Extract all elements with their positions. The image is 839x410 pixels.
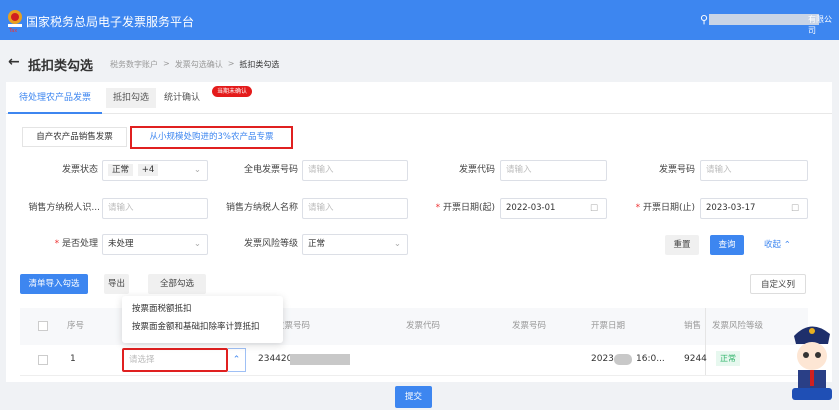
date-cell-suffix: 16:0... [636, 354, 665, 364]
invoice-no-label: 发票号码 [658, 165, 695, 175]
select-all-checkbox[interactable] [38, 321, 48, 331]
col-invoice-code: 发票代码 [406, 321, 441, 331]
full-elec-no-label: 全电发票号码 [243, 165, 298, 175]
tab-deduction-select[interactable]: 抵扣勾选 [106, 88, 156, 108]
company-name-redacted [709, 14, 819, 25]
breadcrumb-sep: > [227, 59, 235, 68]
invoice-status-label: 发票状态 [61, 165, 98, 175]
col-issue-date: 开票日期 [591, 321, 626, 331]
invoice-no-input[interactable]: 请输入 [700, 160, 808, 181]
breadcrumb-sep: > [163, 59, 170, 68]
col-seller: 销售 [684, 321, 702, 331]
subtab-self-produced[interactable]: 自产农产品销售发票 [22, 127, 127, 147]
risk-tag: 正常 [716, 351, 740, 366]
chevron-down-icon: ⌄ [193, 239, 201, 249]
date-start-input[interactable]: 2022-03-01 □ [500, 198, 607, 219]
tab-stat-confirm[interactable]: 统计确认 [164, 89, 200, 107]
top-header: Tax 国家税务总局电子发票服务平台 ⚲ 有限公司 [0, 0, 839, 40]
chevron-up-icon[interactable]: ⌃ [228, 348, 246, 372]
seller-id-input[interactable]: 请输入 [102, 198, 208, 219]
full-elec-no-input[interactable]: 请输入 [302, 160, 408, 181]
user-icon[interactable]: ⚲ [700, 13, 708, 26]
tabs-divider [6, 113, 832, 114]
date-start-label: * 开票日期(起) [435, 203, 495, 213]
processed-label-text: 是否处理 [61, 239, 98, 249]
submit-button[interactable]: 提交 [395, 386, 432, 408]
invoice-code-input[interactable]: 请输入 [500, 160, 607, 181]
col-invoice-number: 发票号码 [512, 321, 547, 331]
status-more-tag: +4 [137, 164, 159, 176]
seller-name-input[interactable]: 请输入 [302, 198, 408, 219]
select-all-button[interactable]: 全部勾选 [148, 274, 206, 294]
status-tag: 正常 [108, 164, 134, 176]
import-select-button[interactable]: 清单导入勾选 [20, 274, 88, 294]
export-button[interactable]: 导出 [104, 274, 129, 294]
custom-columns-button[interactable]: 自定义列 [750, 274, 806, 294]
processed-label: * 是否处理 [54, 239, 98, 249]
risk-label: 发票风险等级 [243, 239, 298, 249]
date-start-value: 2022-03-01 [506, 203, 556, 213]
date-redacted [614, 354, 632, 365]
tab-pending-agri[interactable]: 待处理农产品发票 [8, 89, 102, 114]
company-suffix: 有限公司 [808, 15, 832, 35]
platform-title: 国家税务总局电子发票服务平台 [26, 15, 195, 29]
assistant-mascot-icon[interactable] [786, 318, 836, 404]
breadcrumb-current: 抵扣类勾选 [239, 60, 280, 69]
query-button[interactable]: 查询 [710, 235, 744, 255]
date-end-value: 2023-03-17 [706, 203, 756, 213]
deduction-method-select[interactable]: 请选择 [122, 348, 228, 372]
deduction-method-dropdown: 按票面税额抵扣 按票面金额和基础扣除率计算抵扣 [122, 296, 283, 343]
breadcrumb-item[interactable]: 发票勾选确认 [175, 59, 223, 70]
seller-id-label: 销售方纳税人识... [28, 203, 100, 213]
seller-cell: 9244 [684, 354, 707, 364]
table-row: 1 请选择 ⌃ 234420C 2023-( 16:0... 9244 正常 [20, 345, 808, 376]
row-index: 1 [70, 354, 76, 364]
back-arrow-icon[interactable]: ← [8, 54, 20, 70]
page-title: 抵扣类勾选 [28, 59, 94, 74]
breadcrumb: 税务数字账户 > 发票勾选确认 > 抵扣类勾选 [110, 59, 279, 70]
date-start-label-text: 开票日期(起) [442, 203, 495, 213]
unconfirmed-badge: 当期未确认 [212, 86, 253, 97]
risk-select[interactable]: 正常 ⌄ [302, 234, 408, 255]
chevron-down-icon: ⌄ [393, 239, 401, 249]
dropdown-option-base-rate[interactable]: 按票面金额和基础扣除率计算抵扣 [122, 316, 283, 334]
col-risk-level: 发票风险等级 [712, 321, 764, 331]
breadcrumb-item[interactable]: 税务数字账户 [110, 59, 158, 70]
invoice-no-redacted [290, 354, 350, 365]
calendar-icon: □ [790, 203, 799, 213]
reset-button[interactable]: 重置 [665, 235, 699, 255]
svg-text:Tax: Tax [8, 28, 17, 33]
tax-logo-icon: Tax [8, 10, 22, 33]
processed-value: 未处理 [108, 239, 134, 249]
subtab-small-scale-3pct[interactable]: 从小规模处购进的3%农产品专票 [130, 126, 293, 149]
seller-name-label: 销售方纳税人名称 [225, 203, 298, 213]
date-end-label: * 开票日期(止) [635, 203, 695, 213]
chevron-up-icon: ⌃ [783, 240, 791, 250]
col-index: 序号 [67, 321, 85, 331]
invoice-code-label: 发票代码 [458, 165, 495, 175]
collapse-label: 收起 [764, 240, 782, 250]
invoice-status-select[interactable]: 正常 +4 ⌄ [102, 160, 208, 181]
risk-value: 正常 [308, 239, 326, 249]
dropdown-option-tax-amount[interactable]: 按票面税额抵扣 [122, 296, 283, 316]
calendar-icon: □ [589, 203, 598, 213]
collapse-link[interactable]: 收起 ⌃ [764, 235, 791, 255]
chevron-down-icon: ⌄ [193, 165, 201, 175]
processed-select[interactable]: 未处理 ⌄ [102, 234, 208, 255]
row-checkbox[interactable] [38, 355, 48, 365]
date-end-label-text: 开票日期(止) [642, 203, 695, 213]
date-end-input[interactable]: 2023-03-17 □ [700, 198, 808, 219]
